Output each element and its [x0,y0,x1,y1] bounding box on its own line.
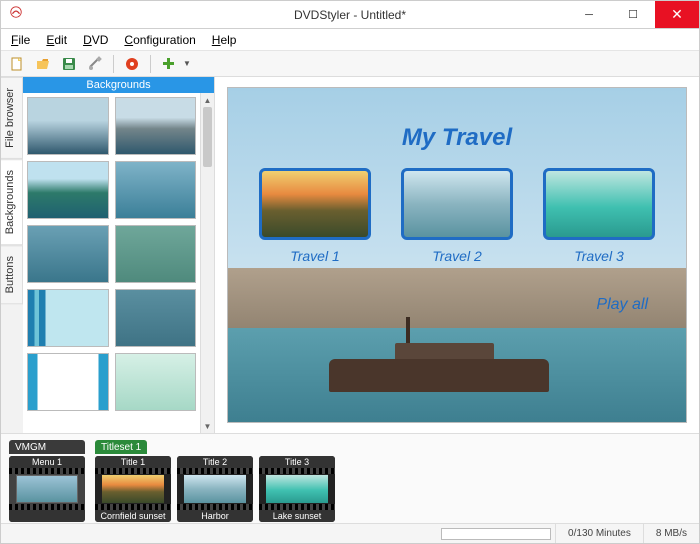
dvd-menu-item-label: Travel 1 [259,248,371,264]
settings-icon[interactable] [85,54,105,74]
toolbar: ▼ [1,51,699,77]
timeline-menu-item[interactable]: Menu 1 [9,456,85,522]
app-icon [9,5,23,24]
background-thumb[interactable] [27,225,109,283]
background-thumb[interactable] [115,353,197,411]
background-thumb[interactable] [27,161,109,219]
dvd-menu-item[interactable]: Travel 1 [259,168,371,264]
backgrounds-panel: Backgrounds ▲ ▼ [23,77,215,433]
tab-file-browser[interactable]: File browser [1,77,23,159]
background-thumb[interactable] [27,289,109,347]
add-icon[interactable] [159,54,179,74]
thumbnail-image [543,168,655,240]
timeline-titleset: Titleset 1 Title 1Cornfield sunsetTitle … [95,440,335,522]
title-top: Title 1 [95,456,171,468]
background-thumb[interactable] [115,225,197,283]
ship-graphic [329,332,549,392]
title-thumb [184,475,246,503]
title-top: Title 3 [259,456,335,468]
backgrounds-scrollbar[interactable]: ▲ ▼ [200,93,214,433]
tab-buttons[interactable]: Buttons [1,245,23,304]
background-thumb[interactable] [115,289,197,347]
title-bottom: Harbor [177,510,253,522]
close-button[interactable]: ✕ [655,1,699,28]
status-duration: 0/130 Minutes [555,524,643,543]
timeline-title-item[interactable]: Title 3 Lake sunset [259,456,335,522]
title-bottom: Lake sunset [259,510,335,522]
menu-configuration[interactable]: Configuration [118,31,201,49]
dvd-menu-canvas[interactable]: My Travel Travel 1 Travel 2 Travel 3 Play … [227,87,687,423]
menu-dvd[interactable]: DVD [77,31,114,49]
timeline-vmgm: VMGM Menu 1 [9,440,85,522]
background-thumb[interactable] [115,161,197,219]
play-all-button[interactable]: Play all [596,296,648,314]
scroll-thumb[interactable] [203,107,212,167]
thumbnail-image [401,168,513,240]
backgrounds-header: Backgrounds [23,77,214,93]
background-thumb[interactable] [27,97,109,155]
title-bottom: Cornfield sunset [95,510,171,522]
dvd-menu-item-label: Travel 3 [543,248,655,264]
menu-file[interactable]: File [5,31,36,49]
dvd-menu-item[interactable]: Travel 3 [543,168,655,264]
vmgm-header[interactable]: VMGM [9,440,85,454]
scroll-up-icon[interactable]: ▲ [201,93,214,107]
title-thumb [266,475,328,503]
dvd-menu-title[interactable]: My Travel [228,124,686,152]
burn-icon[interactable] [122,54,142,74]
add-dropdown-icon[interactable]: ▼ [183,59,191,68]
minimize-button[interactable]: ─ [567,1,611,28]
status-bar: 0/130 Minutes 8 MB/s [1,523,699,543]
main-area: File browser Backgrounds Buttons Backgro… [1,77,699,433]
timeline-menu-label: Menu 1 [9,456,85,468]
scroll-down-icon[interactable]: ▼ [201,419,214,433]
timeline-title-item[interactable]: Title 1 Cornfield sunset [95,456,171,522]
open-icon[interactable] [33,54,53,74]
maximize-button[interactable]: ☐ [611,1,655,28]
menu-edit[interactable]: Edit [40,31,73,49]
save-icon[interactable] [59,54,79,74]
progress-bar [441,528,551,540]
canvas-area: My Travel Travel 1 Travel 2 Travel 3 Play … [215,77,699,433]
menu-help[interactable]: Help [206,31,243,49]
titleset-header[interactable]: Titleset 1 [95,440,147,454]
dvd-menu-item-label: Travel 2 [401,248,513,264]
background-thumb[interactable] [27,353,109,411]
title-top: Title 2 [177,456,253,468]
dvd-menu-item[interactable]: Travel 2 [401,168,513,264]
status-bitrate: 8 MB/s [643,524,699,543]
tab-backgrounds[interactable]: Backgrounds [1,159,23,245]
thumbnail-image [259,168,371,240]
title-bar: DVDStyler - Untitled* ─ ☐ ✕ [1,1,699,29]
side-tabs: File browser Backgrounds Buttons [1,77,23,433]
background-thumb[interactable] [115,97,197,155]
title-thumb [102,475,164,503]
menu-bar: File Edit DVD Configuration Help [1,29,699,51]
timeline: VMGM Menu 1 Titleset 1 Title 1 Cornfield … [1,433,699,523]
timeline-title-item[interactable]: Title 2 Harbor [177,456,253,522]
new-icon[interactable] [7,54,27,74]
